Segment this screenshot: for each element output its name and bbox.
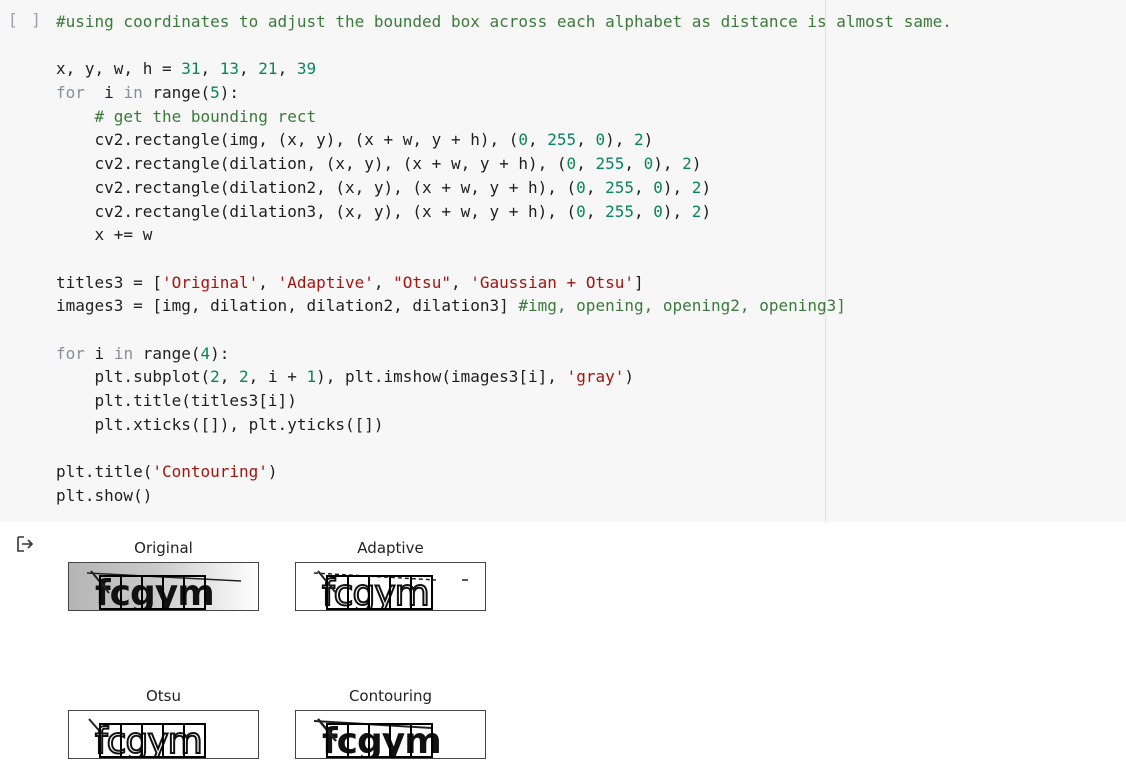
code-line[interactable]: titles3 = ['Original', 'Adaptive', "Otsu…	[56, 271, 952, 295]
captcha-text: fcgym	[95, 721, 202, 758]
output-arrow-icon[interactable]	[16, 536, 34, 552]
captcha-graphic: fcgym	[313, 570, 468, 610]
code-line[interactable]: cv2.rectangle(img, (x, y), (x + w, y + h…	[56, 128, 952, 152]
subplot-original: Original fcgym	[68, 538, 259, 611]
code-line[interactable]: plt.subplot(2, 2, i + 1), plt.imshow(ima…	[56, 365, 952, 389]
subplot-title: Original	[134, 539, 193, 557]
code-line[interactable]: plt.title('Contouring')	[56, 460, 952, 484]
subplot-title: Otsu	[145, 687, 181, 705]
code-editor[interactable]: #using coordinates to adjust the bounded…	[56, 10, 952, 507]
subplot-adaptive: Adaptive fcgym	[295, 538, 486, 611]
code-line[interactable]: ​	[56, 318, 952, 342]
code-line[interactable]: # get the bounding rect	[56, 105, 952, 129]
code-line[interactable]: x, y, w, h = 31, 13, 21, 39	[56, 57, 952, 81]
code-line[interactable]: images3 = [img, dilation, dilation2, dil…	[56, 294, 952, 318]
code-line[interactable]: cv2.rectangle(dilation3, (x, y), (x + w,…	[56, 200, 952, 224]
code-line[interactable]: plt.show()	[56, 484, 952, 508]
code-line[interactable]: ​	[56, 436, 952, 460]
captcha-graphic: fcgym	[313, 718, 442, 758]
captcha-image-contouring: fcgym	[295, 710, 486, 759]
code-line[interactable]: #using coordinates to adjust the bounded…	[56, 10, 952, 34]
code-line[interactable]: for i in range(5):	[56, 81, 952, 105]
code-line[interactable]: ​	[56, 34, 952, 58]
subplot-contouring: Contouring fcgym	[295, 686, 486, 759]
code-cell[interactable]: [ ] #using coordinates to adjust the bou…	[0, 0, 1126, 522]
captcha-graphic: fcgym	[88, 718, 206, 758]
code-line[interactable]: plt.title(titles3[i])	[56, 389, 952, 413]
captcha-image-otsu: fcgym	[68, 710, 259, 759]
captcha-image-original: fcgym	[68, 562, 259, 611]
subplot-otsu: Otsu fcgym	[68, 686, 259, 759]
code-line[interactable]: plt.xticks([]), plt.yticks([])	[56, 413, 952, 437]
captcha-image-adaptive: fcgym	[295, 562, 486, 611]
code-line[interactable]: for i in range(4):	[56, 342, 952, 366]
run-cell-button[interactable]: [ ]	[8, 10, 43, 29]
code-line[interactable]: cv2.rectangle(dilation2, (x, y), (x + w,…	[56, 176, 952, 200]
subplot-title: Adaptive	[357, 539, 424, 557]
code-line[interactable]: ​	[56, 247, 952, 271]
subplot-title: Contouring	[348, 687, 433, 705]
captcha-graphic: fcgym	[86, 570, 242, 610]
code-line[interactable]: cv2.rectangle(dilation, (x, y), (x + w, …	[56, 152, 952, 176]
code-line[interactable]: x += w	[56, 223, 952, 247]
